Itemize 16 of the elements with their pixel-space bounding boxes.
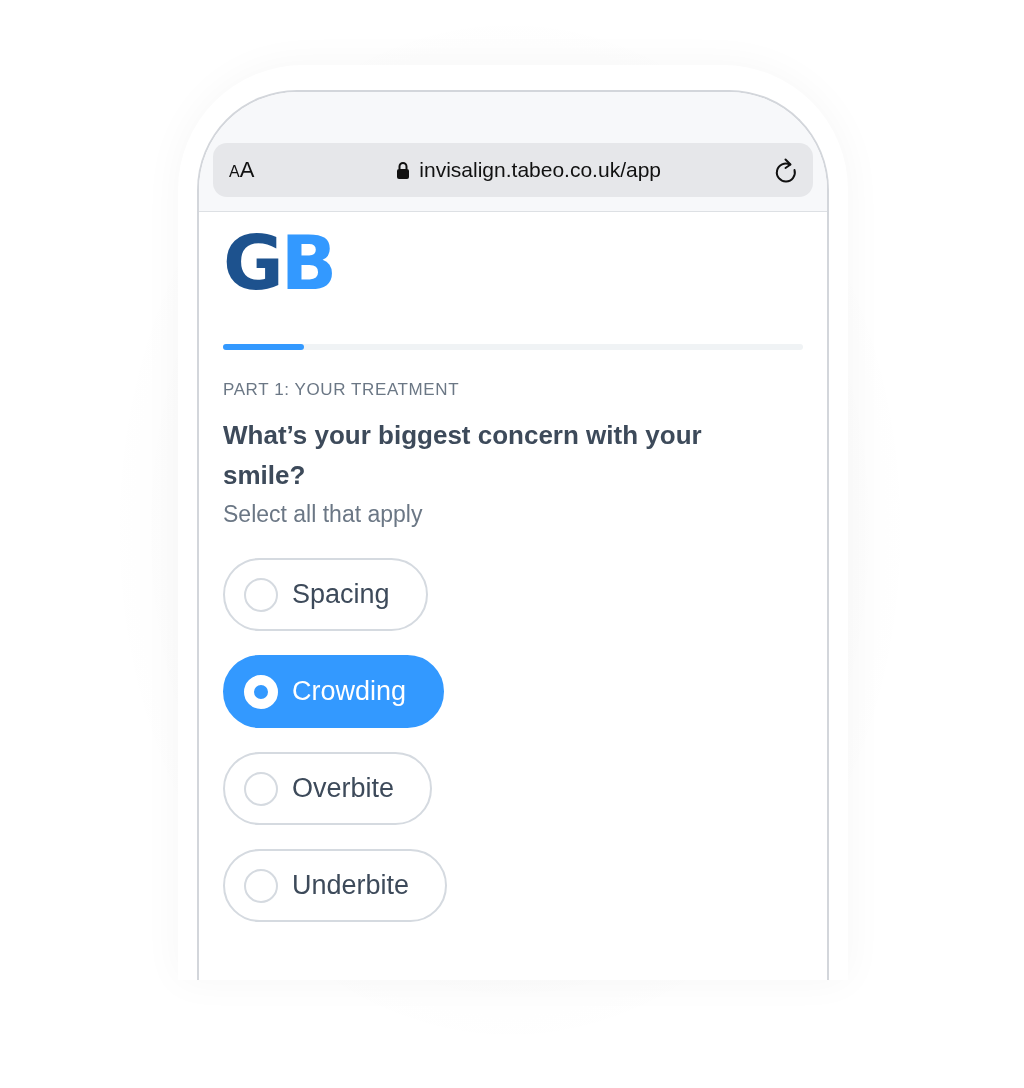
radio-icon [244, 771, 278, 806]
reload-icon[interactable] [773, 156, 799, 184]
option-button[interactable]: Underbite [223, 849, 448, 922]
address-bar[interactable]: AA invisalign.tabeo.co.uk/app [213, 143, 813, 197]
logo: GB [223, 226, 335, 300]
section-label: PART 1: YOUR TREATMENT [223, 380, 461, 400]
radio-icon [244, 577, 278, 612]
lock-icon [396, 160, 411, 180]
option-button[interactable]: Overbite [223, 752, 433, 825]
radio-icon [244, 868, 278, 903]
option-button[interactable]: Spacing [223, 558, 428, 631]
text-size-button[interactable]: AA [229, 157, 255, 183]
hint-text: Select all that apply [223, 501, 424, 528]
url-text: invisalign.tabeo.co.uk/app [419, 158, 661, 182]
radio-icon [244, 674, 278, 709]
question-title: What’s your biggest concern with your smile? [223, 419, 703, 492]
